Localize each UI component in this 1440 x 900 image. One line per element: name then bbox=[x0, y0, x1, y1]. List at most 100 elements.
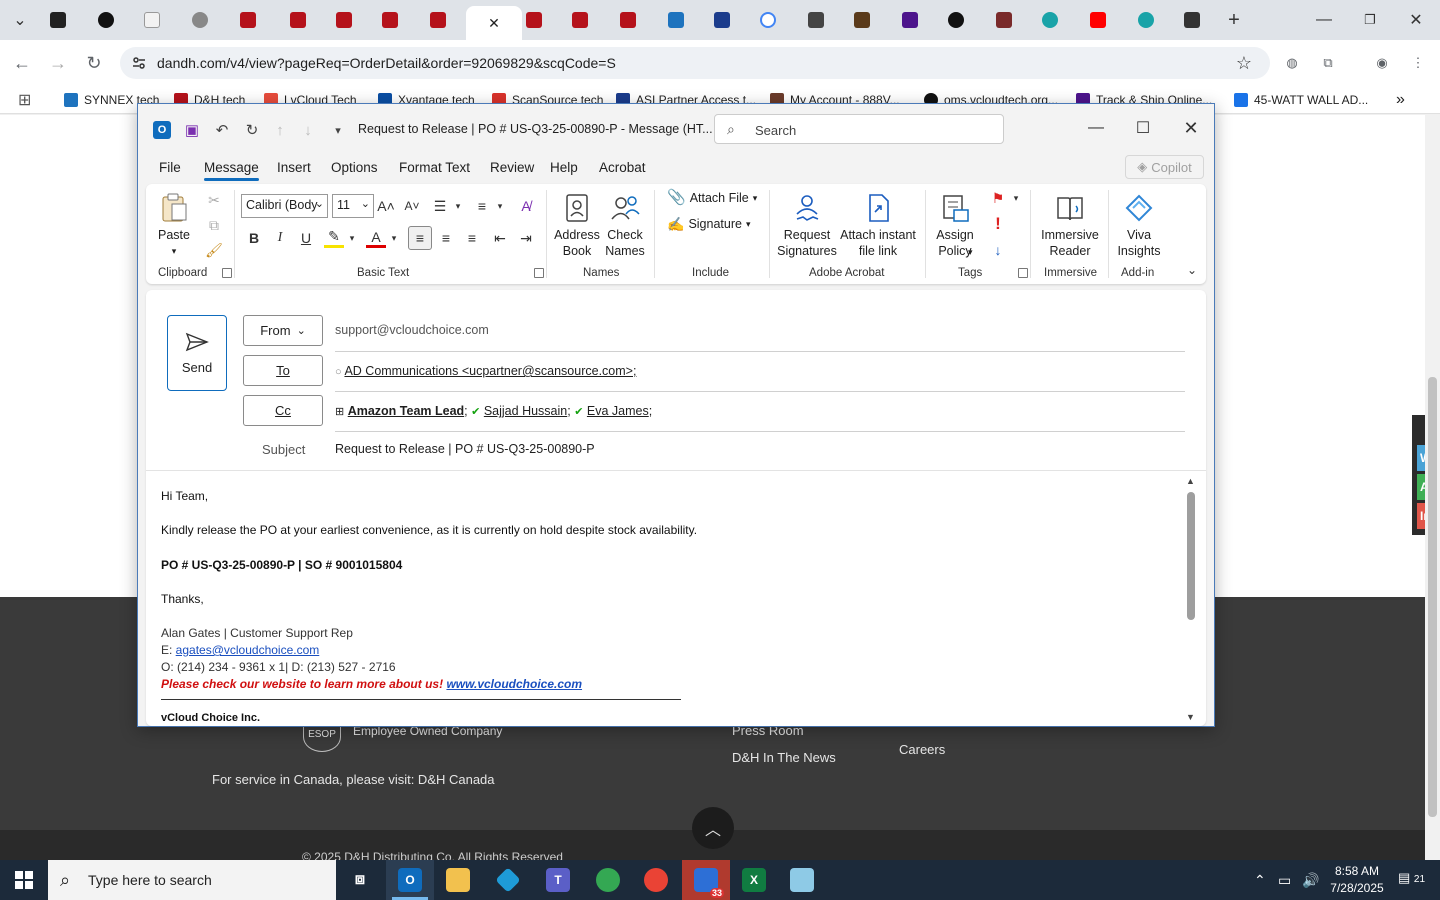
taskbar-chrome-profile[interactable] bbox=[632, 860, 680, 900]
taskbar-app[interactable] bbox=[484, 860, 532, 900]
taskbar-clock[interactable]: 8:58 AM 7/28/2025 bbox=[1322, 863, 1392, 897]
increase-indent-icon[interactable]: ⇥ bbox=[516, 228, 536, 248]
assign-policy-button[interactable]: Assign Policy ▾ bbox=[932, 192, 978, 259]
careers-link[interactable]: Careers bbox=[899, 742, 945, 757]
follow-up-flag-icon[interactable]: ⚑ bbox=[988, 188, 1008, 208]
minimize-window-icon[interactable]: — bbox=[1081, 116, 1111, 140]
cc-button[interactable]: Cc bbox=[243, 395, 323, 426]
browser-tab[interactable] bbox=[36, 6, 80, 34]
cc-field[interactable]: ⊞ Amazon Team Lead; ✔ Sajjad Hussain; ✔ … bbox=[335, 404, 652, 418]
more-bookmarks-button[interactable]: » bbox=[1396, 91, 1405, 109]
bold-icon[interactable]: B bbox=[244, 228, 264, 248]
font-name-select[interactable]: Calibri (Body ⌄ bbox=[241, 194, 328, 218]
browser-tab[interactable] bbox=[1076, 6, 1120, 34]
font-color-dropdown-icon[interactable]: ▾ bbox=[384, 228, 404, 248]
taskbar-teams[interactable]: T bbox=[534, 860, 582, 900]
cc-recipient[interactable]: Eva James bbox=[587, 404, 649, 418]
tags-launcher-icon[interactable] bbox=[1018, 268, 1028, 278]
flag-dropdown-icon[interactable]: ▾ bbox=[1006, 188, 1026, 208]
browser-tab[interactable] bbox=[1124, 6, 1168, 34]
close-window-icon[interactable]: ✕ bbox=[1176, 116, 1206, 140]
browser-tab[interactable] bbox=[276, 6, 320, 34]
bookmark-45watt[interactable]: 45-WATT WALL AD... bbox=[1234, 91, 1368, 109]
copy-icon[interactable]: ⧉ bbox=[204, 215, 224, 235]
up-arrow-icon[interactable]: ↑ bbox=[270, 120, 290, 140]
request-signatures-button[interactable]: Request Signatures bbox=[774, 192, 840, 259]
attach-file-button[interactable]: 📎 Attach File ▾ bbox=[667, 190, 757, 206]
cut-icon[interactable]: ✂ bbox=[204, 190, 224, 210]
tab-format-text[interactable]: Format Text bbox=[399, 160, 470, 175]
redo-icon[interactable]: ↻ bbox=[242, 120, 262, 140]
signature-email-link[interactable]: agates@vcloudchoice.com bbox=[176, 643, 320, 657]
browser-tab[interactable] bbox=[982, 6, 1026, 34]
numbering-icon[interactable]: ≡ bbox=[472, 196, 492, 216]
notification-center-button[interactable]: ▤ 21 bbox=[1398, 870, 1425, 886]
show-hidden-icons-icon[interactable]: ⌃ bbox=[1254, 872, 1266, 889]
body-scrollbar[interactable]: ▲ ▼ bbox=[1182, 474, 1200, 726]
task-view-button[interactable]: ⧈ bbox=[336, 860, 384, 900]
network-icon[interactable]: ▭ bbox=[1278, 872, 1291, 889]
undo-icon[interactable]: ↶ bbox=[212, 120, 232, 140]
bullets-icon[interactable]: ☰ bbox=[430, 196, 450, 216]
maximize-window-icon[interactable]: ☐ bbox=[1128, 116, 1158, 140]
browser-tab[interactable] bbox=[794, 6, 838, 34]
tab-options[interactable]: Options bbox=[331, 160, 378, 175]
send-button[interactable]: Send bbox=[167, 315, 227, 391]
extensions-puzzle-icon[interactable]: ⧉ bbox=[1318, 53, 1338, 73]
forward-arrow-icon[interactable]: → bbox=[46, 51, 70, 75]
paste-dropdown-icon[interactable]: ▾ bbox=[172, 243, 177, 259]
cc-group-recipient[interactable]: Amazon Team Lead bbox=[348, 404, 464, 418]
to-field[interactable]: ○ AD Communications <ucpartner@scansourc… bbox=[335, 364, 636, 378]
scroll-to-top-button[interactable]: ︿ bbox=[692, 807, 734, 849]
browser-tab[interactable] bbox=[1170, 6, 1214, 34]
highlight-icon[interactable]: ✎ bbox=[324, 228, 344, 248]
restore-browser-icon[interactable]: ❐ bbox=[1358, 8, 1382, 32]
clear-formatting-icon[interactable]: A̸ bbox=[516, 196, 536, 216]
expand-group-icon[interactable]: ⊞ bbox=[335, 406, 344, 418]
paste-button[interactable]: Paste ▾ bbox=[158, 192, 190, 259]
decrease-indent-icon[interactable]: ⇤ bbox=[490, 228, 510, 248]
scroll-down-arrow-icon[interactable]: ▼ bbox=[1186, 712, 1195, 722]
align-center-icon[interactable]: ≡ bbox=[436, 228, 456, 248]
from-button[interactable]: From ⌄ bbox=[243, 315, 323, 346]
browser-tab[interactable] bbox=[84, 6, 128, 34]
clipboard-launcher-icon[interactable] bbox=[222, 268, 232, 278]
tab-search-button[interactable]: ⌄ bbox=[8, 8, 32, 32]
browser-tab[interactable] bbox=[130, 6, 174, 34]
scroll-up-arrow-icon[interactable]: ▲ bbox=[1186, 476, 1195, 486]
browser-tab[interactable] bbox=[226, 6, 270, 34]
attach-instant-link-button[interactable]: Attach instant file link bbox=[838, 192, 918, 259]
signature-button[interactable]: ✍ Signature ▾ bbox=[667, 216, 750, 232]
address-bar[interactable]: dandh.com/v4/view?pageReq=OrderDetail&or… bbox=[120, 47, 1270, 79]
close-browser-icon[interactable]: ✕ bbox=[1404, 8, 1428, 32]
profile-avatar-icon[interactable]: ◉ bbox=[1372, 53, 1392, 73]
align-left-icon[interactable]: ≡ bbox=[408, 226, 432, 250]
to-recipient[interactable]: AD Communications <ucpartner@scansource.… bbox=[344, 364, 636, 378]
taskbar-search-box[interactable]: ⌕ Type here to search bbox=[48, 860, 336, 900]
back-arrow-icon[interactable]: ← bbox=[10, 51, 34, 75]
browser-menu-icon[interactable]: ⋮ bbox=[1408, 53, 1428, 73]
highlight-dropdown-icon[interactable]: ▾ bbox=[342, 228, 362, 248]
browser-tab[interactable] bbox=[322, 6, 366, 34]
italic-icon[interactable]: I bbox=[270, 228, 290, 248]
page-scrollbar-thumb[interactable] bbox=[1428, 377, 1437, 817]
copilot-button[interactable]: ◈ Copilot bbox=[1125, 155, 1204, 179]
new-tab-button[interactable]: + bbox=[1222, 8, 1246, 32]
page-scrollbar[interactable] bbox=[1425, 115, 1440, 860]
close-tab-icon[interactable]: ✕ bbox=[488, 15, 500, 32]
browser-tab[interactable] bbox=[416, 6, 460, 34]
browser-tab[interactable] bbox=[840, 6, 884, 34]
taskbar-excel[interactable]: X bbox=[730, 860, 778, 900]
shrink-font-icon[interactable]: A˅ bbox=[402, 196, 422, 216]
taskbar-notepad[interactable] bbox=[778, 860, 826, 900]
tab-review[interactable]: Review bbox=[490, 160, 534, 175]
browser-tab[interactable] bbox=[888, 6, 932, 34]
tab-message[interactable]: Message bbox=[204, 160, 259, 181]
subject-input[interactable]: Request to Release | PO # US-Q3-25-00890… bbox=[335, 442, 595, 456]
taskbar-file-explorer[interactable] bbox=[434, 860, 482, 900]
collapse-ribbon-icon[interactable]: ⌄ bbox=[1182, 260, 1202, 280]
browser-tab[interactable] bbox=[654, 6, 698, 34]
reload-icon[interactable]: ↻ bbox=[82, 51, 106, 75]
taskbar-outlook[interactable]: O bbox=[386, 860, 434, 900]
tab-file[interactable]: File bbox=[159, 160, 181, 175]
